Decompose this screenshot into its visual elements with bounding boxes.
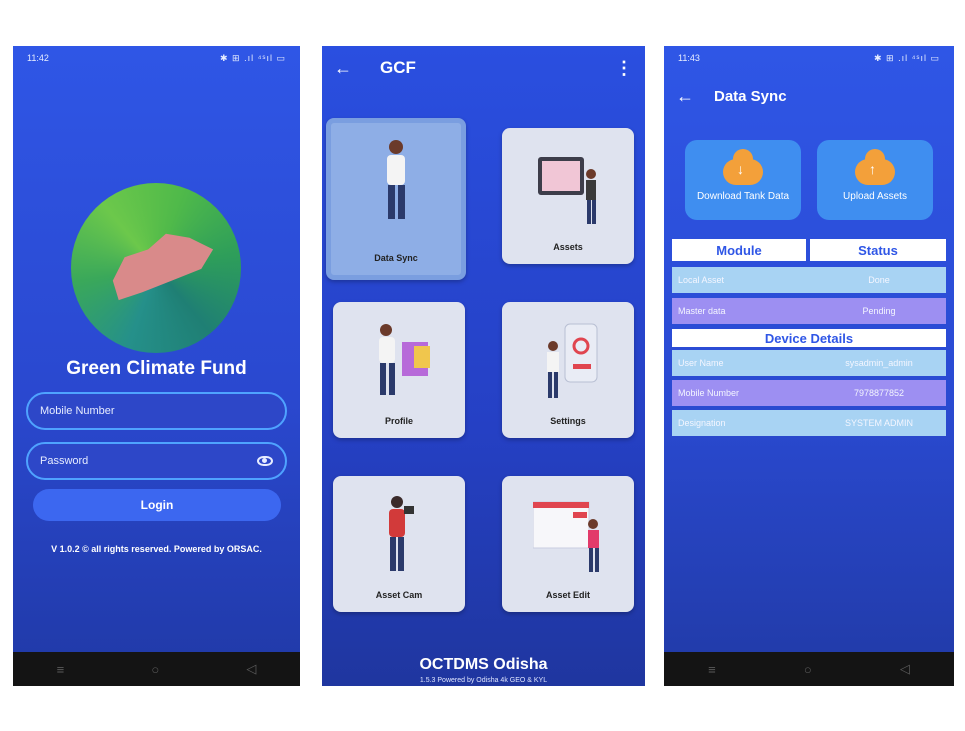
status-cell: Done <box>868 275 890 285</box>
status-time: 11:43 <box>678 53 700 63</box>
mobile-number-field[interactable]: Mobile Number <box>26 392 287 430</box>
device-key: User Name <box>678 358 724 368</box>
status-header: Status <box>810 239 946 261</box>
back-arrow-icon[interactable]: ← <box>334 58 352 79</box>
module-cell: Local Asset <box>678 275 725 285</box>
status-time: 11:42 <box>27 53 49 63</box>
nav-bar: ≡ ○ ◁ <box>664 652 954 686</box>
cloud-upload-icon: ↑ <box>855 148 895 185</box>
status-icons: ✱ ⊞ .ıl ⁴ˢıl ▭ <box>219 52 286 63</box>
mobile-number-placeholder: Mobile Number <box>40 405 115 417</box>
nav-bar: ≡ ○ ◁ <box>13 652 300 686</box>
tile-label: Asset Cam <box>375 590 423 600</box>
status-bar: 11:42 ✱ ⊞ .ıl ⁴ˢıl ▭ <box>13 46 300 70</box>
tile-profile[interactable]: Profile <box>333 302 465 438</box>
module-header: Module <box>672 239 806 261</box>
back-nav-icon[interactable]: ◁ <box>900 661 910 677</box>
password-field[interactable]: Password <box>26 442 287 480</box>
tile-settings[interactable]: Settings <box>502 302 634 438</box>
menu-icon[interactable]: ≡ <box>57 662 65 677</box>
upload-label: Upload Assets <box>843 190 907 202</box>
tile-assets[interactable]: Assets <box>502 128 634 264</box>
monitor-illustration-icon <box>538 157 596 224</box>
device-value: 7978877852 <box>853 388 905 398</box>
tile-asset-edit[interactable]: Asset Edit <box>502 476 634 612</box>
device-value: SYSTEM ADMIN <box>844 418 913 428</box>
tile-data-sync[interactable]: Data Sync <box>326 118 466 280</box>
login-button[interactable]: Login <box>33 489 281 521</box>
device-details-header: Device Details <box>672 329 946 347</box>
download-tank-data-button[interactable]: ↓ Download Tank Data <box>685 140 801 220</box>
app-title: Green Climate Fund <box>66 358 247 379</box>
status-bar: 11:43 ✱ ⊞ .ıl ⁴ˢıl ▭ <box>664 46 954 70</box>
back-nav-icon[interactable]: ◁ <box>246 661 256 677</box>
tile-label: Data Sync <box>374 253 418 263</box>
table-row: User Name sysadmin_admin <box>672 350 946 376</box>
table-row: Designation SYSTEM ADMIN <box>672 410 946 436</box>
app-bar: ← GCF ⋮ <box>322 46 645 90</box>
status-icons: ✱ ⊞ .ıl ⁴ˢıl ▭ <box>873 52 940 63</box>
settings-illustration-icon <box>547 323 598 398</box>
footer-title: OCTDMS Odisha <box>419 656 548 673</box>
login-screen: 11:42 ✱ ⊞ .ıl ⁴ˢıl ▭ Green Climate Fund … <box>13 46 300 686</box>
table-row: Mobile Number 7978877852 <box>672 380 946 406</box>
table-row: Master data Pending <box>672 298 946 324</box>
upload-assets-button[interactable]: ↑ Upload Assets <box>817 140 933 220</box>
eye-icon[interactable] <box>257 456 273 466</box>
password-placeholder: Password <box>40 455 89 467</box>
device-value: sysadmin_admin <box>845 358 913 368</box>
tile-label: Assets <box>553 242 583 252</box>
status-cell: Pending <box>862 306 896 316</box>
home-screen: ← GCF ⋮ Data Sync Assets Profile Setting… <box>322 46 645 686</box>
more-vert-icon[interactable]: ⋮ <box>615 58 633 79</box>
table-row: Local Asset Done <box>672 267 946 293</box>
device-key: Designation <box>678 418 726 428</box>
profile-illustration-icon <box>379 324 430 395</box>
person-illustration-icon <box>387 140 405 219</box>
edit-illustration-icon <box>533 501 599 572</box>
tile-label: Asset Edit <box>545 590 590 600</box>
app-bar-title: GCF <box>380 58 416 77</box>
data-sync-screen: 11:43 ✱ ⊞ .ıl ⁴ˢıl ▭ ← Data Sync ↓ Downl… <box>664 46 954 686</box>
tile-label: Settings <box>550 416 586 426</box>
app-bar: ← Data Sync <box>664 74 954 118</box>
app-bar-title: Data Sync <box>714 87 787 105</box>
version-text: V 1.0.2 © all rights reserved. Powered b… <box>51 544 262 554</box>
home-icon[interactable]: ○ <box>804 662 812 677</box>
cloud-download-icon: ↓ <box>723 148 763 185</box>
device-key: Mobile Number <box>678 388 740 398</box>
menu-icon[interactable]: ≡ <box>708 662 716 677</box>
tile-asset-cam[interactable]: Asset Cam <box>333 476 465 612</box>
footer-subtitle: 1.5.3 Powered by Odisha 4k GEO & KYL <box>419 677 548 684</box>
back-arrow-icon[interactable]: ← <box>676 86 694 107</box>
home-icon[interactable]: ○ <box>151 662 159 677</box>
camera-person-illustration-icon <box>389 496 414 571</box>
module-cell: Master data <box>678 306 726 316</box>
download-label: Download Tank Data <box>696 190 790 202</box>
tile-label: Profile <box>384 416 413 426</box>
